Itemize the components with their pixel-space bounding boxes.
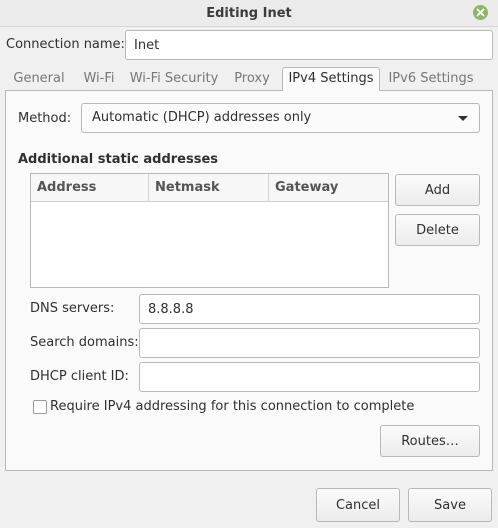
tab-proxy[interactable]: Proxy [228,68,276,90]
routes-button[interactable]: Routes… [380,425,480,457]
connection-name-label: Connection name: [6,37,125,52]
tab-ipv6-settings[interactable]: IPv6 Settings [385,68,477,90]
chevron-down-icon [458,116,468,121]
cancel-button[interactable]: Cancel [316,488,400,522]
active-tab-joiner [283,89,379,91]
column-header-gateway[interactable]: Gateway [269,174,388,202]
static-addresses-heading: Additional static addresses [18,152,219,167]
save-button[interactable]: Save [408,488,492,522]
require-ipv4-checkbox[interactable] [33,400,47,414]
method-value: Automatic (DHCP) addresses only [92,110,312,125]
delete-button[interactable]: Delete [395,214,480,246]
dns-servers-input[interactable] [139,294,480,324]
method-dropdown[interactable]: Automatic (DHCP) addresses only [81,103,480,133]
close-icon [476,8,485,17]
static-addresses-table[interactable]: Address Netmask Gateway [30,173,389,288]
dns-servers-label: DNS servers: [30,301,115,316]
tab-ipv4-settings[interactable]: IPv4 Settings [282,67,380,91]
close-button[interactable] [473,5,488,20]
column-header-address[interactable]: Address [31,174,149,202]
dhcp-client-id-input[interactable] [139,362,480,392]
method-label: Method: [18,111,72,126]
search-domains-input[interactable] [139,328,480,358]
tab-wifi[interactable]: Wi-Fi [78,68,120,90]
search-domains-label: Search domains: [30,335,139,350]
tab-wifi-security[interactable]: Wi-Fi Security [128,68,220,90]
add-button[interactable]: Add [395,174,480,206]
connection-name-input[interactable] [125,30,493,60]
window-title: Editing Inet [206,6,292,21]
column-header-netmask[interactable]: Netmask [149,174,269,202]
require-ipv4-label[interactable]: Require IPv4 addressing for this connect… [50,398,414,416]
dhcp-client-id-label: DHCP client ID: [30,369,129,384]
tab-general[interactable]: General [10,68,68,90]
